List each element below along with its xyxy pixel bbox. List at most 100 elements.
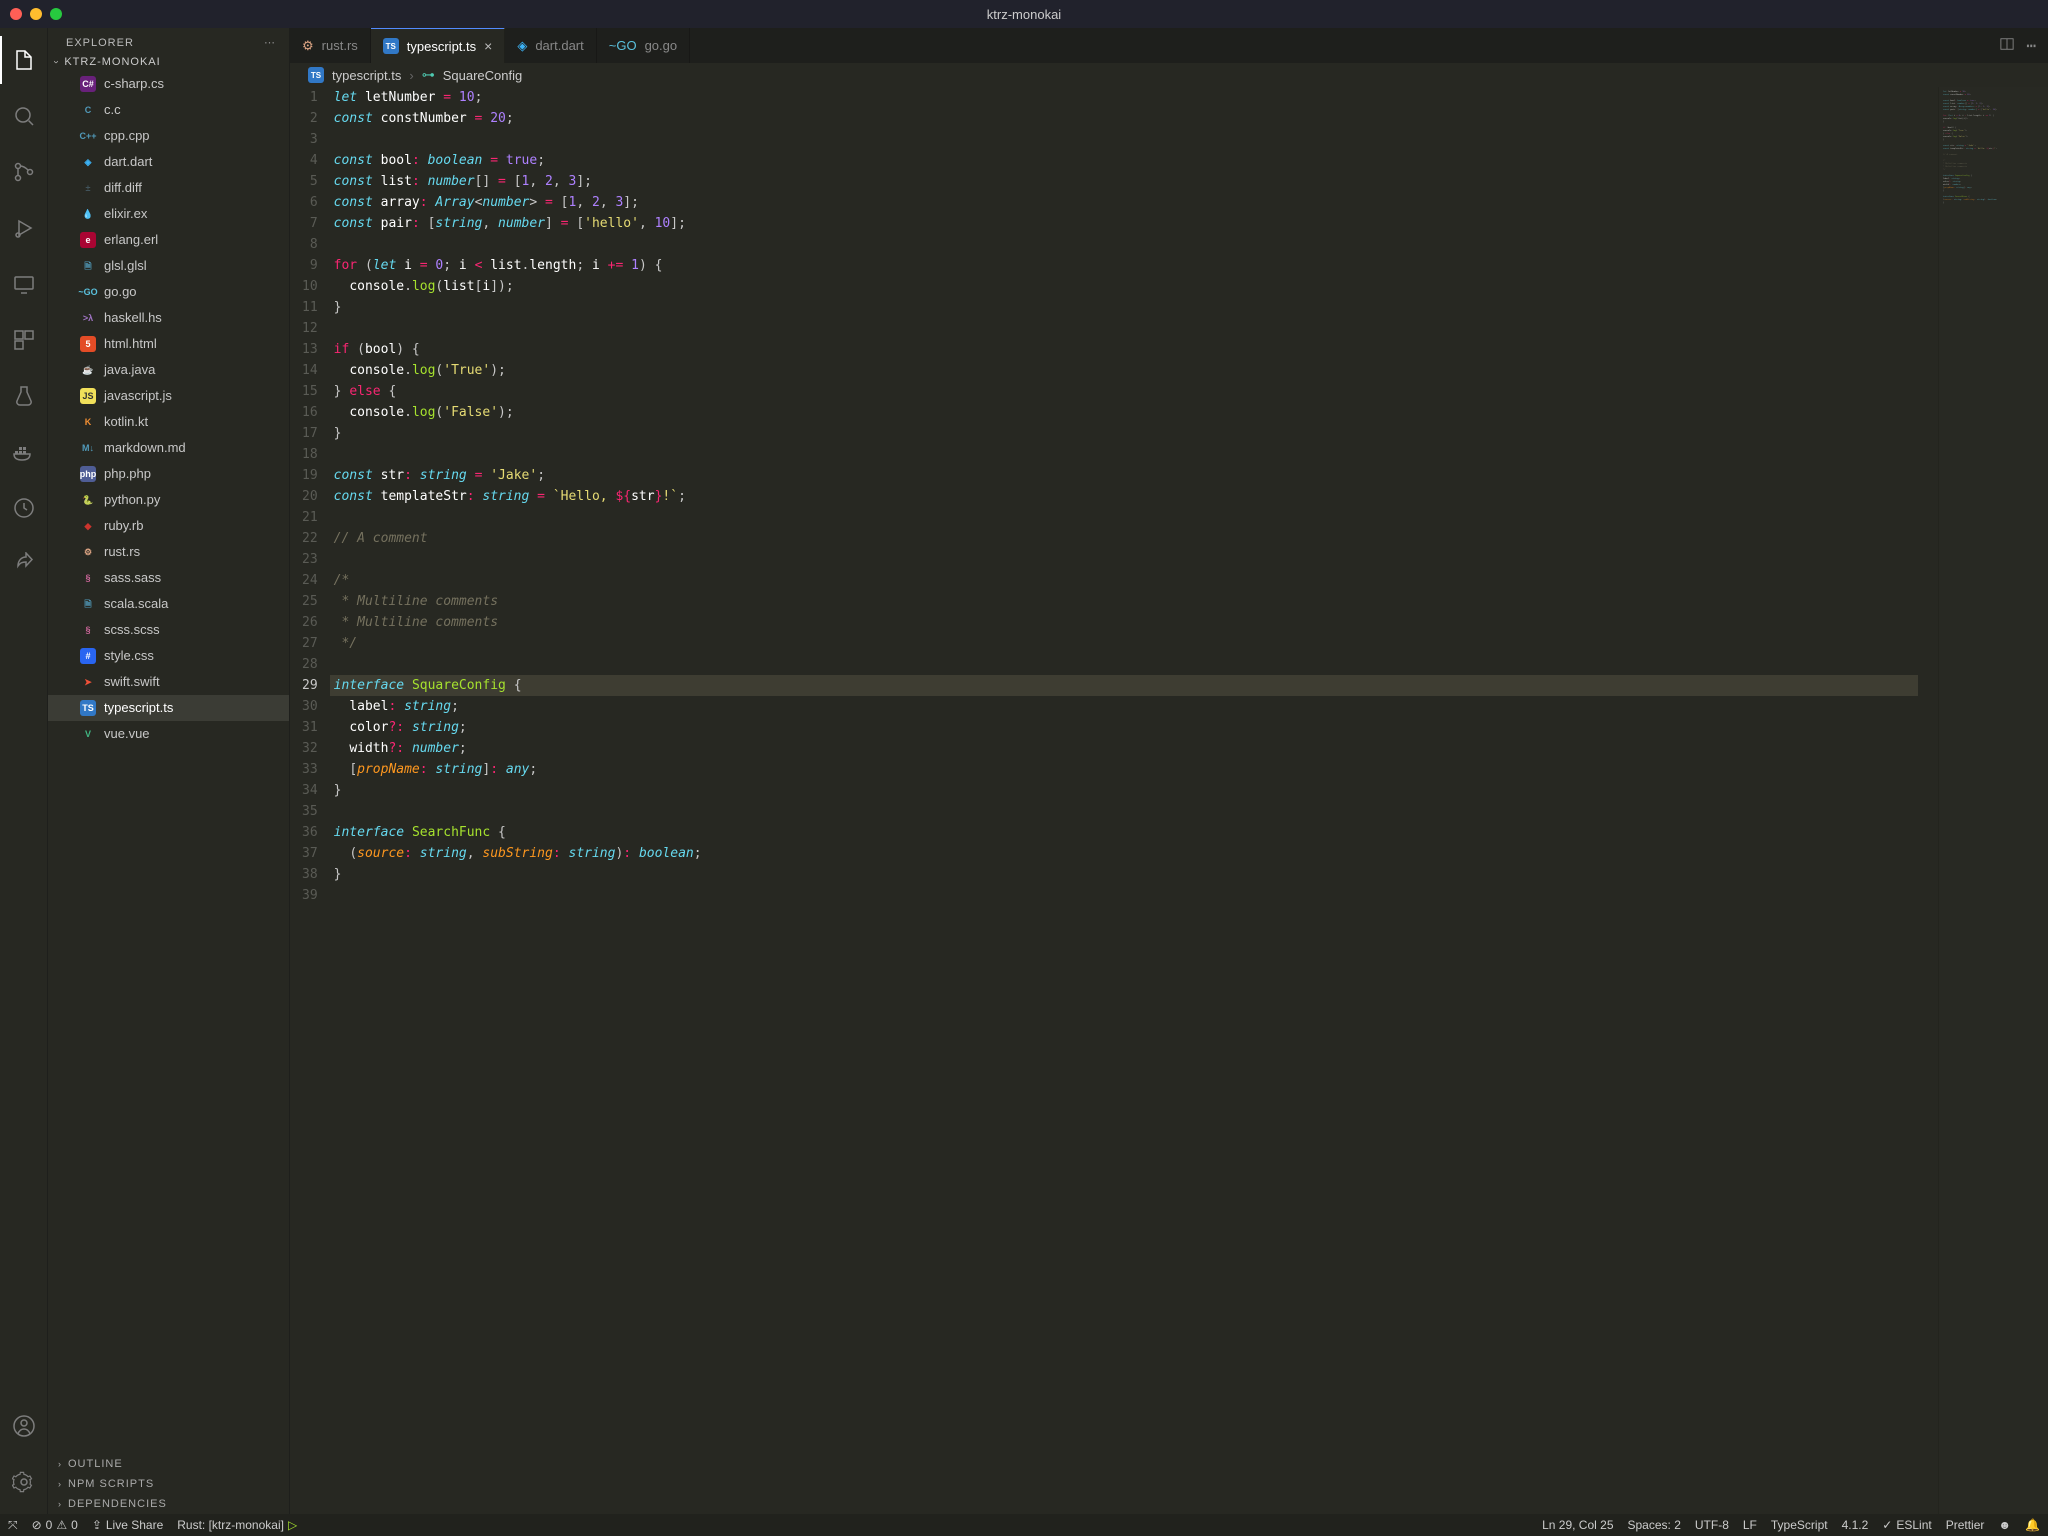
line-number[interactable]: 33 — [302, 759, 318, 780]
code-line[interactable]: // A comment — [334, 528, 1918, 549]
line-number[interactable]: 26 — [302, 612, 318, 633]
line-number[interactable]: 21 — [302, 507, 318, 528]
line-number[interactable]: 13 — [302, 339, 318, 360]
line-number[interactable]: 31 — [302, 717, 318, 738]
status-remote-icon[interactable]: ⤧ — [8, 1518, 18, 1533]
code-line[interactable] — [334, 885, 1918, 906]
activity-settings-icon[interactable] — [0, 1458, 48, 1506]
line-number[interactable]: 34 — [302, 780, 318, 801]
line-number[interactable]: 7 — [302, 213, 318, 234]
code-line[interactable]: let letNumber = 10; — [334, 87, 1918, 108]
file-item-sass-sass[interactable]: §sass.sass — [48, 565, 289, 591]
activity-run-debug-icon[interactable] — [0, 204, 48, 252]
status-cursor-position[interactable]: Ln 29, Col 25 — [1542, 1518, 1613, 1532]
activity-extensions-icon[interactable] — [0, 316, 48, 364]
project-root[interactable]: › KTRZ-MONOKAI — [48, 53, 289, 71]
line-number[interactable]: 9 — [302, 255, 318, 276]
status-liveshare[interactable]: ⇪ Live Share — [92, 1518, 163, 1532]
file-item-javascript-js[interactable]: JSjavascript.js — [48, 383, 289, 409]
status-encoding[interactable]: UTF-8 — [1695, 1518, 1729, 1532]
line-number[interactable]: 11 — [302, 297, 318, 318]
status-prettier[interactable]: Prettier — [1946, 1518, 1985, 1532]
line-number[interactable]: 17 — [302, 423, 318, 444]
line-number[interactable]: 16 — [302, 402, 318, 423]
code-line[interactable]: const constNumber = 20; — [334, 108, 1918, 129]
activity-account-icon[interactable] — [0, 1402, 48, 1450]
line-number[interactable]: 36 — [302, 822, 318, 843]
activity-docker-icon[interactable] — [0, 428, 48, 476]
code-line[interactable]: const bool: boolean = true; — [334, 150, 1918, 171]
file-item-dart-dart[interactable]: ◈dart.dart — [48, 149, 289, 175]
code-line[interactable]: [propName: string]: any; — [334, 759, 1918, 780]
close-icon[interactable]: × — [484, 38, 492, 54]
line-number[interactable]: 20 — [302, 486, 318, 507]
code-editor[interactable]: 1234567891011121314151617181920212223242… — [290, 87, 1938, 1514]
file-item-php-php[interactable]: phpphp.php — [48, 461, 289, 487]
line-number[interactable]: 19 — [302, 465, 318, 486]
file-item-elixir-ex[interactable]: 💧elixir.ex — [48, 201, 289, 227]
line-number[interactable]: 15 — [302, 381, 318, 402]
line-number[interactable]: 38 — [302, 864, 318, 885]
activity-explorer-icon[interactable] — [0, 36, 48, 84]
file-item-markdown-md[interactable]: M↓markdown.md — [48, 435, 289, 461]
file-item-haskell-hs[interactable]: >λhaskell.hs — [48, 305, 289, 331]
code-line[interactable]: const pair: [string, number] = ['hello',… — [334, 213, 1918, 234]
window-minimize-button[interactable] — [30, 8, 42, 20]
file-item-typescript-ts[interactable]: TStypescript.ts — [48, 695, 289, 721]
split-editor-icon[interactable] — [2000, 36, 2014, 55]
line-number[interactable]: 14 — [302, 360, 318, 381]
file-item-c-c[interactable]: Cc.c — [48, 97, 289, 123]
line-number[interactable]: 8 — [302, 234, 318, 255]
line-number[interactable]: 23 — [302, 549, 318, 570]
file-item-swift-swift[interactable]: ➤swift.swift — [48, 669, 289, 695]
code-line[interactable] — [334, 801, 1918, 822]
code-line[interactable] — [334, 654, 1918, 675]
code-line[interactable]: const list: number[] = [1, 2, 3]; — [334, 171, 1918, 192]
line-number[interactable]: 10 — [302, 276, 318, 297]
file-item-style-css[interactable]: #style.css — [48, 643, 289, 669]
status-bell-icon[interactable]: 🔔 — [2025, 1518, 2040, 1532]
line-number[interactable]: 24 — [302, 570, 318, 591]
file-item-c-sharp-cs[interactable]: C#c-sharp.cs — [48, 71, 289, 97]
file-item-scala-scala[interactable]: 🗎scala.scala — [48, 591, 289, 617]
code-line[interactable]: */ — [334, 633, 1918, 654]
file-item-go-go[interactable]: ~GOgo.go — [48, 279, 289, 305]
tab-rust-rs[interactable]: ⚙rust.rs — [290, 28, 371, 63]
code-line[interactable]: for (let i = 0; i < list.length; i += 1)… — [334, 255, 1918, 276]
line-number[interactable]: 18 — [302, 444, 318, 465]
code-line[interactable]: if (bool) { — [334, 339, 1918, 360]
status-eslint[interactable]: ✓ ESLint — [1882, 1518, 1931, 1532]
code-line[interactable] — [334, 507, 1918, 528]
file-item-scss-scss[interactable]: §scss.scss — [48, 617, 289, 643]
section-npm-scripts[interactable]: ›NPM SCRIPTS — [48, 1474, 289, 1494]
line-number[interactable]: 22 — [302, 528, 318, 549]
file-item-kotlin-kt[interactable]: Kkotlin.kt — [48, 409, 289, 435]
code-line[interactable]: label: string; — [334, 696, 1918, 717]
file-item-python-py[interactable]: 🐍python.py — [48, 487, 289, 513]
activity-source-control-icon[interactable] — [0, 148, 48, 196]
line-number[interactable]: 27 — [302, 633, 318, 654]
window-close-button[interactable] — [10, 8, 22, 20]
status-ts-version[interactable]: 4.1.2 — [1842, 1518, 1869, 1532]
line-number[interactable]: 30 — [302, 696, 318, 717]
breadcrumb[interactable]: TS typescript.ts › ⊶ SquareConfig — [290, 63, 2048, 87]
code-line[interactable] — [334, 444, 1918, 465]
status-language[interactable]: TypeScript — [1771, 1518, 1828, 1532]
line-number[interactable]: 1 — [302, 87, 318, 108]
status-rust[interactable]: Rust: [ktrz-monokai] ▷ — [177, 1518, 297, 1532]
section-outline[interactable]: ›OUTLINE — [48, 1454, 289, 1474]
file-item-cpp-cpp[interactable]: C++cpp.cpp — [48, 123, 289, 149]
code-line[interactable]: interface SquareConfig { — [330, 675, 1918, 696]
section-dependencies[interactable]: ›DEPENDENCIES — [48, 1494, 289, 1514]
code-line[interactable] — [334, 234, 1918, 255]
line-number[interactable]: 6 — [302, 192, 318, 213]
line-number[interactable]: 39 — [302, 885, 318, 906]
code-line[interactable]: } else { — [334, 381, 1918, 402]
file-item-glsl-glsl[interactable]: 🗎glsl.glsl — [48, 253, 289, 279]
line-number[interactable]: 5 — [302, 171, 318, 192]
activity-search-icon[interactable] — [0, 92, 48, 140]
code-line[interactable]: /* — [334, 570, 1918, 591]
line-number[interactable]: 4 — [302, 150, 318, 171]
code-line[interactable]: interface SearchFunc { — [334, 822, 1918, 843]
file-item-vue-vue[interactable]: Vvue.vue — [48, 721, 289, 747]
